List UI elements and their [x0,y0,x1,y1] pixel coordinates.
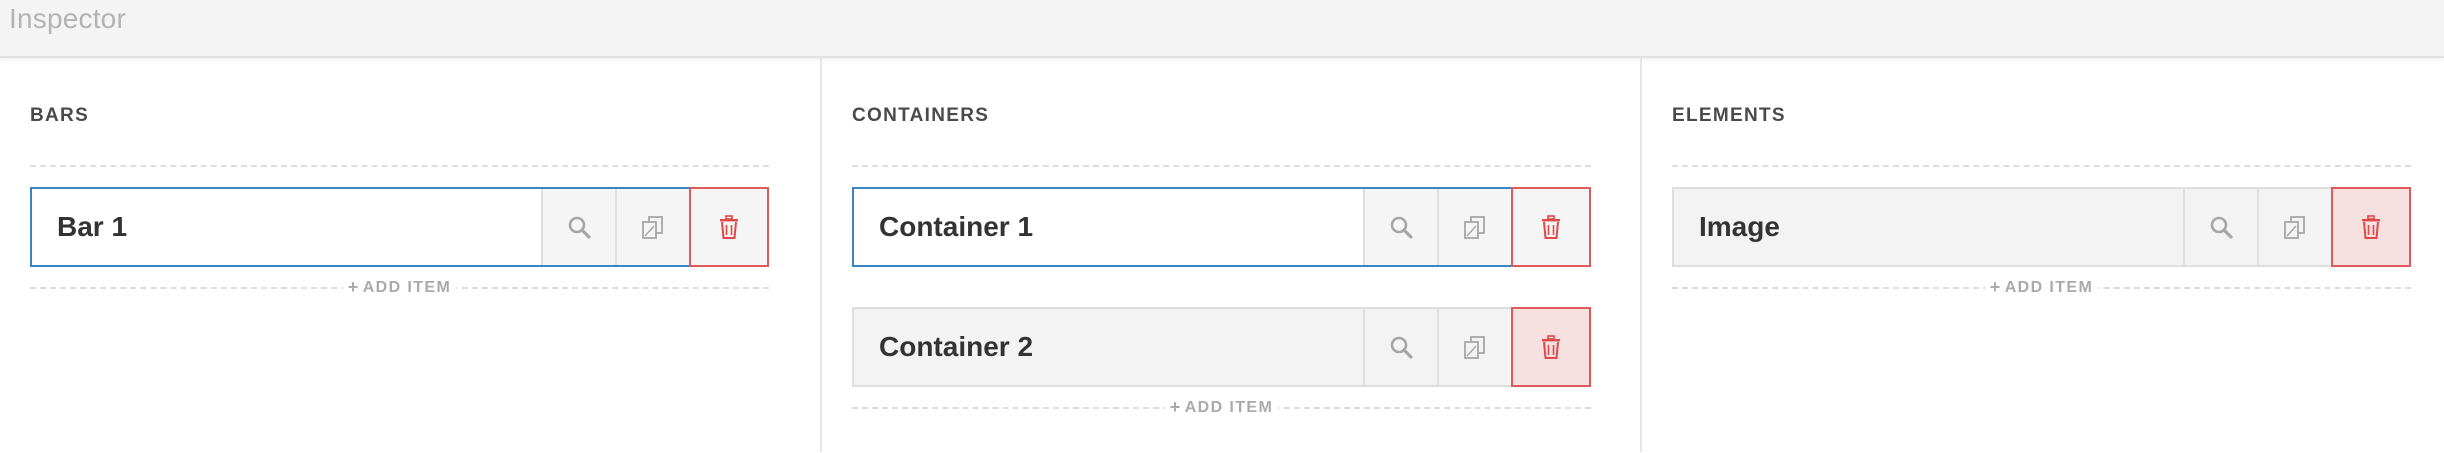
duplicate-button[interactable] [1437,309,1511,385]
copy-icon [642,216,663,239]
item-label[interactable]: Container 2 [854,309,1363,385]
elements-heading: ELEMENTS [1672,105,1786,126]
list-item[interactable]: Container 2 [852,307,1591,387]
duplicate-button[interactable] [615,189,689,265]
add-item-button[interactable]: + ADD ITEM [342,277,457,298]
search-icon [1390,216,1413,239]
plus-icon: + [347,277,360,297]
plus-icon: + [1989,277,2002,297]
add-item-button[interactable]: + ADD ITEM [1164,397,1279,418]
add-item-button[interactable]: + ADD ITEM [1984,277,2099,298]
top-bar: Inspector [0,0,2444,58]
containers-column: CONTAINERS Container 1 Container 2 + ADD… [820,58,1640,452]
delete-button[interactable] [1511,307,1591,387]
inspect-button[interactable] [541,189,615,265]
duplicate-button[interactable] [2257,189,2331,265]
bars-column: BARS Bar 1 + ADD ITEM [0,58,820,452]
containers-list-area: Container 1 Container 2 + ADD ITEM [852,165,1591,453]
duplicate-button[interactable] [1437,189,1511,265]
bars-heading: BARS [30,105,90,126]
inspect-button[interactable] [2183,189,2257,265]
delete-button[interactable] [1511,187,1591,267]
add-item-row: + ADD ITEM [1672,277,2411,298]
add-item-row: + ADD ITEM [852,397,1591,418]
search-icon [568,216,591,239]
copy-icon [1464,336,1485,359]
trash-icon [1542,335,1560,359]
trash-icon [1542,215,1560,239]
trash-icon [2362,215,2380,239]
add-item-row: + ADD ITEM [30,277,769,298]
list-item[interactable]: Image [1672,187,2411,267]
add-item-label: ADD ITEM [1184,398,1274,416]
bars-list-area: Bar 1 + ADD ITEM [30,165,769,333]
list-item[interactable]: Container 1 [852,187,1591,267]
search-icon [1390,336,1413,359]
copy-icon [2284,216,2305,239]
inspect-button[interactable] [1363,309,1437,385]
elements-list-area: Image + ADD ITEM [1672,165,2411,333]
inspect-button[interactable] [1363,189,1437,265]
delete-button[interactable] [689,187,769,267]
containers-heading: CONTAINERS [852,105,990,126]
item-label[interactable]: Bar 1 [32,189,541,265]
delete-button[interactable] [2331,187,2411,267]
copy-icon [1464,216,1485,239]
item-label[interactable]: Container 1 [854,189,1363,265]
trash-icon [720,215,738,239]
item-label[interactable]: Image [1674,189,2183,265]
add-item-label: ADD ITEM [362,278,452,296]
elements-column: ELEMENTS Image + ADD ITEM [1640,58,2444,452]
add-item-label: ADD ITEM [2004,278,2094,296]
list-item[interactable]: Bar 1 [30,187,769,267]
search-icon [2210,216,2233,239]
plus-icon: + [1169,397,1182,417]
app-title: Inspector [9,3,126,34]
